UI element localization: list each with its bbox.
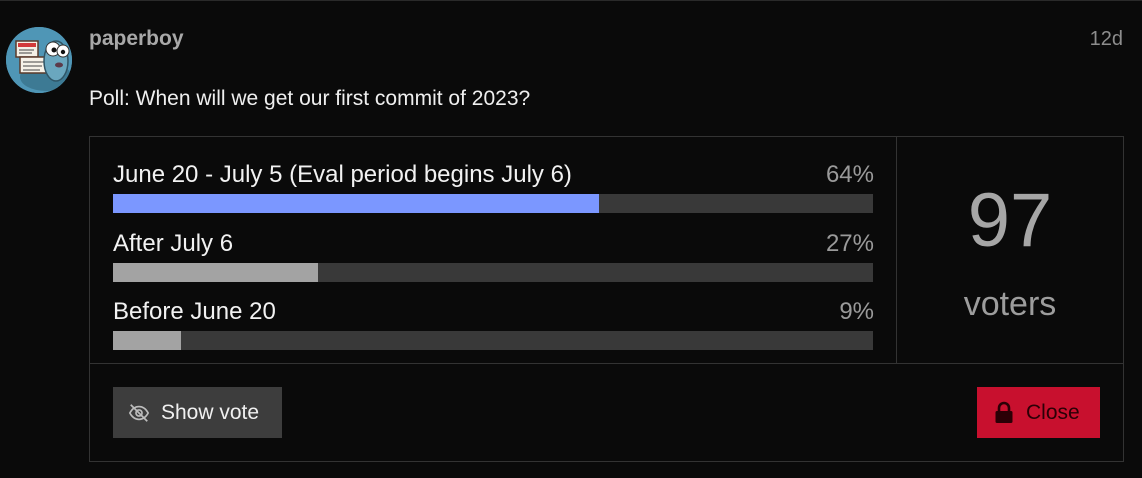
eye-slash-icon	[128, 403, 150, 422]
avatar-image	[6, 27, 72, 93]
lock-icon	[995, 401, 1013, 423]
voters-label: voters	[963, 285, 1057, 323]
poll-option-1: June 20 - July 5 (Eval period begins Jul…	[113, 161, 874, 213]
poll-option-percent: 64%	[825, 161, 874, 188]
poll-bar-track	[113, 263, 873, 282]
poll-option-percent: 27%	[825, 230, 874, 257]
poll-voters-info: 97 voters	[897, 137, 1123, 363]
poll-option-label: After July 6	[113, 230, 234, 257]
close-label: Close	[1026, 400, 1080, 424]
poll-option-label: June 20 - July 5 (Eval period begins Jul…	[113, 161, 572, 188]
poll-container: June 20 - July 5 (Eval period begins Jul…	[89, 136, 1124, 462]
poll-divider-horizontal	[90, 363, 1123, 364]
voters-count: 97	[967, 178, 1053, 263]
poll-option-3: Before June 20 9%	[113, 298, 874, 350]
poll-bar-fill	[113, 263, 319, 282]
poll-option-2: After July 6 27%	[113, 230, 874, 282]
post-timestamp[interactable]: 12d	[1090, 28, 1123, 51]
poll-option-label: Before June 20	[113, 298, 276, 325]
show-vote-label: Show vote	[161, 400, 260, 424]
close-poll-button[interactable]: Close	[977, 387, 1100, 438]
poll-post: paperboy 12d Poll: When will we get our …	[0, 0, 1142, 478]
poll-option-percent: 9%	[839, 298, 874, 325]
poll-bar-fill	[113, 194, 600, 213]
poll-options: June 20 - July 5 (Eval period begins Jul…	[90, 137, 896, 363]
username[interactable]: paperboy	[89, 27, 184, 51]
avatar[interactable]	[6, 27, 72, 93]
poll-question: Poll: When will we get our first commit …	[89, 87, 531, 110]
poll-bar-track	[113, 331, 873, 350]
poll-bar-track	[113, 194, 873, 213]
poll-bar-fill	[113, 331, 182, 350]
show-vote-button[interactable]: Show vote	[113, 387, 282, 438]
